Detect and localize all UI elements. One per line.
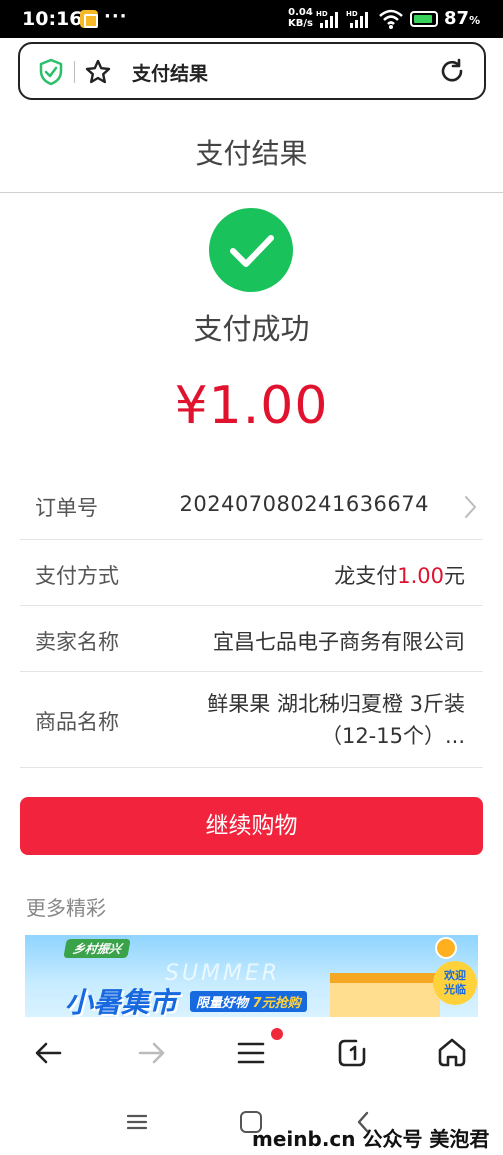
success-check-icon — [209, 208, 293, 292]
page-title: 支付结果 — [195, 137, 308, 170]
notification-app-icon — [80, 10, 98, 28]
order-number-value: 2024070802416366​74 — [179, 492, 429, 516]
banner-tag: 乡村振兴 — [63, 939, 131, 958]
seller-row: 卖家名称 宜昌七品电子商务有限公司 — [20, 606, 483, 672]
banner-sticker-line1: 欢迎 — [444, 969, 466, 982]
forward-arrow-icon[interactable] — [134, 1035, 170, 1071]
network-speed: 0.04 KB/s — [288, 7, 313, 29]
status-bar: 10:16 ··· 0.04 KB/s HD HD 87% — [0, 0, 503, 38]
payment-method-amount: 1.00 — [397, 564, 444, 588]
page-header: 支付结果 — [0, 106, 503, 193]
battery-icon — [410, 11, 438, 27]
banner-badge-highlight: 7元抢购 — [252, 996, 301, 1011]
order-number-row[interactable]: 订单号 2024070802416366​74 — [20, 472, 483, 540]
recent-apps-icon[interactable] — [126, 1113, 148, 1131]
status-time: 10:16 — [22, 8, 83, 30]
watermark-text: meinb.cn 公众号 美泡君 — [252, 1127, 490, 1151]
address-title[interactable]: 支付结果 — [132, 59, 208, 86]
banner-title: 小暑集市 — [65, 986, 178, 1017]
banner-stall-illustration — [330, 973, 440, 1017]
seller-value: 宜昌七品电子商务有限公司 — [213, 630, 465, 654]
payment-method-unit: 元 — [444, 564, 465, 588]
goods-value-line2: （12-15个）... — [320, 724, 465, 748]
banner-badge-text: 限量好物 — [196, 996, 249, 1011]
chevron-right-icon[interactable] — [461, 494, 479, 520]
payment-method-value: 龙支付1.00元 — [334, 560, 465, 590]
check-icon — [230, 235, 274, 267]
payment-method-name: 龙支付 — [334, 564, 398, 588]
signal-icon: HD — [316, 10, 338, 28]
continue-shopping-button[interactable]: 继续购物 — [20, 797, 483, 855]
payment-amount: ¥1.00 — [174, 376, 329, 436]
payment-method-label: 支付方式 — [35, 564, 119, 588]
browser-toolbar — [0, 1017, 503, 1089]
home-icon[interactable] — [434, 1035, 470, 1071]
shield-icon[interactable] — [38, 58, 64, 86]
promo-banner[interactable]: 乡村振兴 SUMMER 小暑集市 限量好物 7元抢购 欢迎 光临 — [25, 935, 478, 1017]
more-section-title: 更多精彩 — [26, 896, 106, 920]
menu-icon[interactable] — [233, 1035, 269, 1071]
banner-badge: 限量好物 7元抢购 — [190, 991, 307, 1012]
address-bar[interactable]: 支付结果 — [18, 42, 486, 100]
banner-sticker-line2: 光临 — [444, 983, 466, 996]
wifi-icon — [379, 9, 403, 29]
banner-welcome-sticker: 欢迎 光临 — [433, 961, 477, 1005]
signal-hd-label-2: HD — [346, 10, 358, 18]
tabs-icon[interactable] — [334, 1035, 370, 1071]
payment-method-row: 支付方式 龙支付1.00元 — [20, 540, 483, 606]
refresh-icon[interactable] — [438, 57, 466, 85]
goods-label: 商品名称 — [35, 710, 119, 734]
order-number-label: 订单号 — [35, 496, 98, 520]
network-speed-unit: KB/s — [288, 18, 313, 29]
signal-icon-2: HD — [346, 10, 368, 28]
payment-status-text: 支付成功 — [193, 312, 310, 346]
goods-row: 商品名称 鲜果果 湖北秭归夏橙 3斤装 （12-15个）... — [20, 672, 483, 768]
status-more-dots: ··· — [104, 6, 128, 27]
star-icon[interactable] — [84, 58, 112, 86]
network-speed-value: 0.04 — [288, 7, 313, 18]
banner-orange-illustration — [435, 937, 457, 959]
address-separator — [74, 61, 75, 83]
goods-value-line1: 鲜果果 湖北秭归夏橙 3斤装 — [207, 692, 465, 716]
signal-hd-label: HD — [316, 10, 328, 18]
banner-background-word: SUMMER — [165, 961, 281, 986]
menu-notification-dot — [271, 1028, 283, 1040]
seller-label: 卖家名称 — [35, 630, 119, 654]
goods-value: 鲜果果 湖北秭归夏橙 3斤装 （12-15个）... — [207, 688, 465, 752]
back-arrow-icon[interactable] — [30, 1035, 66, 1071]
battery-percent: 87% — [444, 8, 481, 29]
